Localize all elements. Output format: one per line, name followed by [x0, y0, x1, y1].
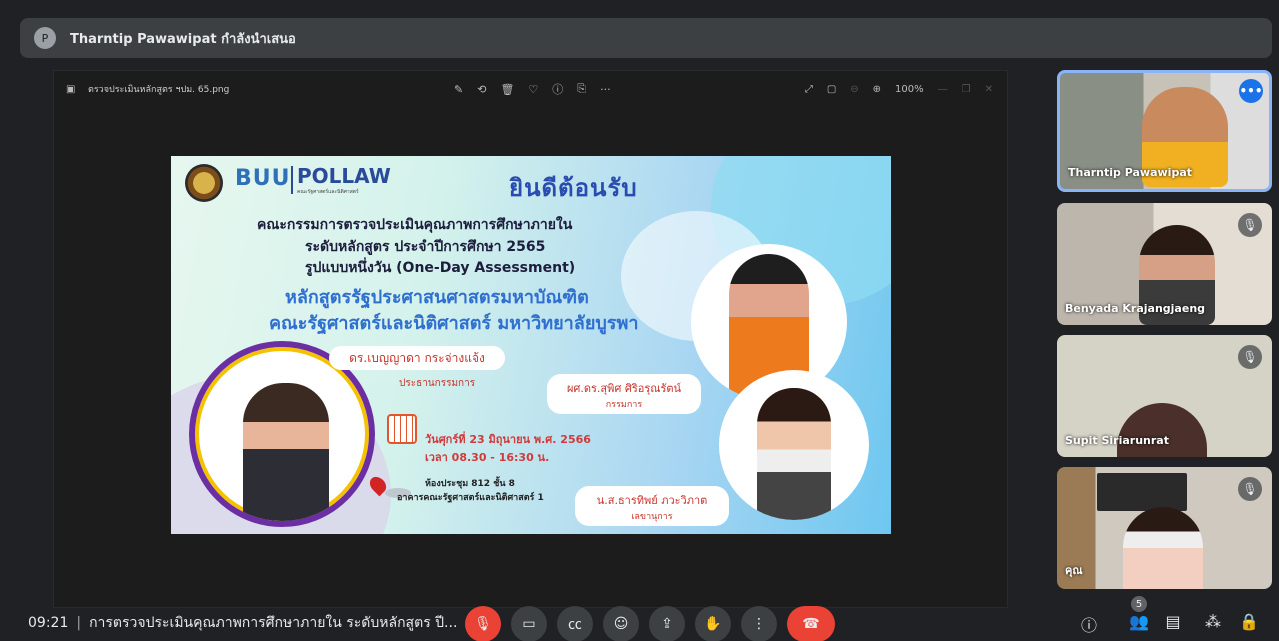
slide-line-1: คณะกรรมการตรวจประเมินคุณภาพการศึกษาภายใน [257, 217, 573, 233]
fit-screen-icon[interactable]: ▢ [827, 84, 836, 95]
captions-icon: ㏄ [568, 617, 582, 633]
more-options-icon[interactable]: ··· [600, 83, 611, 96]
vertical-dots-icon: ⋮ [752, 616, 766, 632]
zoom-out-icon[interactable]: ⊖ [850, 84, 858, 95]
chair-name: ดร.เบญญาดา กระจ่างแจ้ง [349, 351, 485, 365]
restore-icon[interactable]: ❐ [962, 84, 971, 95]
meeting-title: การตรวจประเมินคุณภาพการศึกษาภายใน ระดับห… [89, 615, 458, 631]
university-seal-icon [185, 164, 223, 202]
event-building: อาคารคณะรัฐศาสตร์และนิติศาสตร์ 1 [397, 493, 544, 503]
presenter-text: Tharntip Pawawipat กำลังนำเสนอ [70, 31, 296, 47]
mic-toggle-button[interactable]: 🎙 [465, 606, 501, 641]
pollaw-logo: POLLAW [297, 164, 391, 188]
member-role: กรรมการ [605, 400, 643, 410]
presenter-banner: P Tharntip Pawawipat กำลังนำเสนอ [20, 18, 1272, 58]
mic-off-icon: 🎙 [1238, 345, 1262, 369]
meeting-separator: | [76, 615, 82, 631]
meet-window: P Tharntip Pawawipat กำลังนำเสนอ ▣ ตรวจป… [0, 0, 1279, 641]
clock-time: 09:21 [28, 615, 69, 631]
buu-logo: BUU [235, 166, 291, 191]
viewer-tools: ✎ ⟲ 🗑 ♡ ⓘ ⎘ ··· [454, 71, 611, 107]
more-options-icon[interactable]: ••• [1239, 79, 1263, 103]
member-name-pill: ผศ.ดร.สุพิศ ศิริอรุณรัตน์ กรรมการ [547, 374, 701, 414]
participant-video [1123, 507, 1203, 589]
calendar-icon [387, 414, 417, 444]
logo-subtitle: คณะรัฐศาสตร์และนิติศาสตร์ [297, 189, 359, 195]
mic-off-icon: 🎙 [1238, 477, 1262, 501]
participant-tile-self[interactable]: 🎙 คุณ [1057, 467, 1272, 589]
event-room: ห้องประชุม 812 ชั้น 8 [425, 479, 515, 489]
secretary-name: น.ส.ธารทิพย์ ภวะวิภาต [596, 494, 708, 507]
viewer-zoom-controls: ⤢ ▢ ⊖ ⊕ 100% — ❐ ✕ [805, 71, 993, 107]
event-time: เวลา 08.30 - 16:30 น. [425, 451, 550, 464]
zoom-in-icon[interactable]: ⊕ [873, 84, 881, 95]
participant-name: Tharntip Pawawipat [1068, 166, 1193, 179]
raise-hand-button[interactable]: ✋ [695, 606, 731, 641]
slide-line-4: หลักสูตรรัฐประศาสนศาสตรมหาบัณฑิต [285, 287, 589, 308]
participant-tile-presenter[interactable]: ••• Tharntip Pawawipat [1057, 70, 1272, 192]
camera-icon: ▭ [522, 616, 536, 632]
mic-off-icon: 🎙 [1238, 213, 1262, 237]
more-options-button[interactable]: ⋮ [741, 606, 777, 641]
secretary-name-pill: น.ส.ธารทิพย์ ภวะวิภาต เลขานุการ [575, 486, 729, 526]
captions-button[interactable]: ㏄ [557, 606, 593, 641]
slide-line-5: คณะรัฐศาสตร์และนิติศาสตร์ มหาวิทยาลัยบูร… [269, 313, 639, 334]
close-icon[interactable]: ✕ [985, 84, 993, 95]
emoji-icon: ☺ [613, 616, 629, 632]
member-name: ผศ.ดร.สุพิศ ศิริอรุณรัตน์ [566, 382, 682, 395]
participant-tile[interactable]: 🎙 Supit Siriarunrat [1057, 335, 1272, 457]
participant-video [1117, 403, 1207, 457]
slide-line-2: ระดับหลักสูตร ประจำปีการศึกษา 2565 [305, 239, 546, 255]
viewer-file-name: ตรวจประเมินหลักสูตร ฯปม. 65.png [88, 85, 230, 95]
participant-name: คุณ [1065, 564, 1083, 577]
chair-name-pill: ดร.เบญญาดา กระจ่างแจ้ง [329, 346, 505, 370]
rotate-icon[interactable]: ⟲ [477, 83, 486, 96]
activities-icon[interactable]: ⁂ [1201, 612, 1225, 631]
minimize-icon[interactable]: — [938, 84, 948, 95]
participant-name: Supit Siriarunrat [1065, 434, 1169, 447]
shared-screen: ▣ ตรวจประเมินหลักสูตร ฯปม. 65.png ✎ ⟲ 🗑 … [53, 70, 1008, 608]
meeting-details-icon[interactable]: ⓘ [1077, 612, 1101, 636]
people-count-badge: 5 [1131, 596, 1147, 612]
meeting-info: 09:21 | การตรวจประเมินคุณภาพการศึกษาภายใน … [28, 612, 457, 634]
reactions-button[interactable]: ☺ [603, 606, 639, 641]
people-icon[interactable]: 👥 [1127, 612, 1151, 631]
welcome-slide: BUU POLLAW คณะรัฐศาสตร์และนิติศาสตร์ ยิน… [171, 156, 891, 534]
zoom-level: 100% [895, 83, 924, 95]
present-icon: ⇪ [661, 616, 673, 632]
slide-welcome-title: ยินดีต้อนรับ [509, 174, 638, 202]
slide-line-3: รูปแบบหนึ่งวัน (One-Day Assessment) [305, 260, 576, 276]
participant-tile[interactable]: 🎙 Benyada Krajangjaeng [1057, 203, 1272, 325]
favorite-icon[interactable]: ♡ [528, 83, 538, 96]
presenter-avatar: P [34, 27, 56, 49]
host-controls-icon[interactable]: 🔒 [1237, 612, 1261, 631]
background-tv [1097, 473, 1187, 511]
logo-divider [291, 166, 293, 194]
edit-icon[interactable]: ✎ [454, 83, 463, 96]
secretary-role: เลขานุการ [631, 512, 673, 522]
expand-icon[interactable]: ⤢ [805, 84, 813, 95]
call-controls: 🎙 ▭ ㏄ ☺ ⇪ ✋ ⋮ ☎ [465, 606, 835, 641]
committee-photo-3 [719, 370, 869, 520]
event-date: วันศุกร์ที่ 23 มิถุนายน พ.ศ. 2566 [425, 433, 591, 446]
end-call-button[interactable]: ☎ [787, 606, 835, 641]
share-icon[interactable]: ⎘ [577, 82, 586, 96]
present-button[interactable]: ⇪ [649, 606, 685, 641]
info-icon[interactable]: ⓘ [552, 81, 563, 97]
mic-off-icon: 🎙 [474, 616, 492, 632]
image-viewer-toolbar: ▣ ตรวจประเมินหลักสูตร ฯปม. 65.png ✎ ⟲ 🗑 … [54, 71, 1007, 107]
participant-name: Benyada Krajangjaeng [1065, 302, 1206, 315]
chat-icon[interactable]: ▤ [1161, 612, 1185, 631]
photos-app-icon: ▣ [66, 83, 76, 95]
delete-icon[interactable]: 🗑 [500, 83, 514, 96]
hand-icon: ✋ [704, 616, 722, 632]
chair-role: ประธานกรรมการ [399, 378, 476, 389]
phone-hangup-icon: ☎ [802, 616, 820, 632]
camera-toggle-button[interactable]: ▭ [511, 606, 547, 641]
